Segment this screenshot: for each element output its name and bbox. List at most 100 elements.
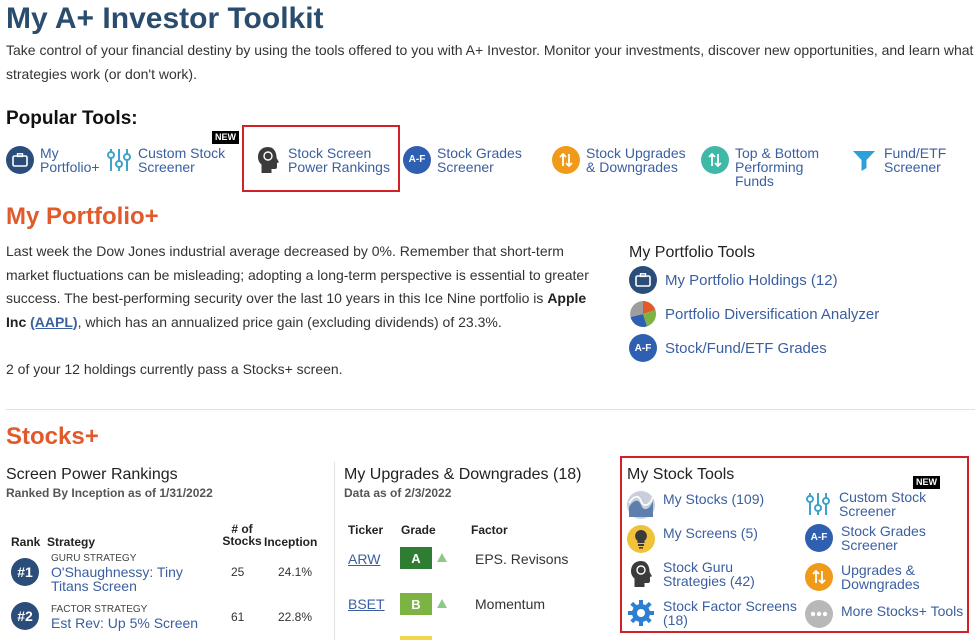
stock-tool-guru-strategies[interactable]: Stock Guru Strategies (42) <box>627 560 755 588</box>
popular-tool-label: Stock Screen Power Rankings <box>288 145 390 175</box>
col-inception-header: Inception <box>264 535 318 549</box>
pie-chart-icon <box>629 300 657 328</box>
inception-value: 24.1% <box>278 565 313 579</box>
grade-badge: B <box>400 593 432 615</box>
holdings-pass-text: 2 of your 12 holdings currently pass a S… <box>6 360 343 377</box>
popular-tool-power-rankings[interactable]: Stock Screen Power Rankings <box>254 146 390 174</box>
stock-tool-label: Stock Factor Screens (18) <box>663 598 797 628</box>
stocks-section-title: Stocks+ <box>6 423 99 450</box>
stock-tool-custom-screener[interactable]: Custom Stock Screener <box>805 490 926 518</box>
portfolio-tool-holdings[interactable]: My Portfolio Holdings (12) <box>629 266 838 294</box>
filter-icon <box>850 146 878 174</box>
upgrade-arrow-icon <box>437 599 447 608</box>
briefcase-icon <box>6 146 34 174</box>
stock-tool-label: More Stocks+ Tools <box>841 603 964 619</box>
portfolio-tool-label: Portfolio Diversification Analyzer <box>665 305 880 323</box>
factor-value: EPS. Revisons <box>475 551 569 567</box>
power-rankings-subheading: Ranked By Inception as of 1/31/2022 <box>6 486 213 500</box>
sliders-icon <box>805 490 831 518</box>
stock-tool-factor-screens[interactable]: Stock Factor Screens (18) <box>627 599 797 627</box>
stock-tools-heading: My Stock Tools <box>627 466 735 483</box>
lightbulb-icon <box>627 525 655 553</box>
popular-tool-label: Fund/ETF Screener <box>884 145 947 175</box>
page-intro: Take control of your financial destiny b… <box>6 42 974 82</box>
af-grade-icon: A-F <box>403 146 431 174</box>
popular-tools-heading: Popular Tools: <box>6 108 138 129</box>
more-dots-icon <box>805 600 833 628</box>
stock-tool-label: My Stocks (109) <box>663 491 765 507</box>
portfolio-summary: Last week the Dow Jones industrial avera… <box>6 240 606 381</box>
head-icon <box>627 560 655 588</box>
stock-tool-label: Stock Guru Strategies (42) <box>663 559 755 589</box>
portfolio-tool-grades[interactable]: A-F Stock/Fund/ETF Grades <box>629 334 827 362</box>
col-ticker-header: Ticker <box>348 523 384 537</box>
ticker-link[interactable]: ARW <box>348 551 380 567</box>
stock-tool-my-stocks[interactable]: My Stocks (109) <box>627 491 764 519</box>
upgrades-subheading: Data as of 2/3/2022 <box>344 486 452 500</box>
popular-tool-label: Stock Upgrades & Downgrades <box>586 145 686 175</box>
stock-tool-grades-screener[interactable]: A-F Stock Grades Screener <box>805 524 926 552</box>
up-down-arrows-icon <box>552 146 580 174</box>
strategy-name-link[interactable]: Est Rev: Up 5% Screen <box>51 616 221 630</box>
new-badge: NEW <box>913 476 940 489</box>
col-strategy-header: Strategy <box>47 535 96 549</box>
briefcase-icon <box>629 266 657 294</box>
upgrades-heading: My Upgrades & Downgrades (18) <box>344 466 582 483</box>
popular-tool-label: My Portfolio+ <box>40 145 100 175</box>
stock-tool-label: My Screens (5) <box>663 525 758 541</box>
stock-tool-more-tools[interactable]: More Stocks+ Tools <box>805 600 963 628</box>
rank-badge: #1 <box>11 558 39 586</box>
stock-tool-upgrades-downgrades[interactable]: Upgrades & Downgrades <box>805 563 920 591</box>
sliders-icon <box>106 146 132 174</box>
stock-tool-label: Upgrades & Downgrades <box>841 562 920 592</box>
factor-value: Momentum <box>475 596 546 612</box>
af-grade-icon: A-F <box>629 334 657 362</box>
grade-badge: A <box>400 547 432 569</box>
col-num-stocks-header: # of Stocks <box>222 522 262 548</box>
gear-icon <box>627 599 655 627</box>
rank-badge: #2 <box>11 602 39 630</box>
power-rankings-heading: Screen Power Rankings <box>6 466 178 483</box>
popular-tool-stock-grades-screener[interactable]: A-F Stock Grades Screener <box>403 146 522 174</box>
portfolio-summary-text: Last week the Dow Jones industrial avera… <box>6 243 589 306</box>
popular-tool-label: Stock Grades Screener <box>437 145 522 175</box>
popular-tool-upgrades-downgrades[interactable]: Stock Upgrades & Downgrades <box>552 146 686 174</box>
portfolio-tool-diversification[interactable]: Portfolio Diversification Analyzer <box>629 300 879 328</box>
page-title: My A+ Investor Toolkit <box>6 2 324 35</box>
stock-tool-label: Custom Stock Screener <box>839 489 927 519</box>
upgrade-arrow-icon <box>437 553 447 562</box>
new-badge: NEW <box>212 131 239 144</box>
af-grade-icon: A-F <box>805 524 833 552</box>
strategy-type: FACTOR STRATEGY <box>51 604 148 615</box>
head-icon <box>254 146 282 174</box>
up-down-arrows-icon <box>805 563 833 591</box>
strategy-type: GURU STRATEGY <box>51 553 137 564</box>
column-divider <box>334 462 335 640</box>
portfolio-tool-label: Stock/Fund/ETF Grades <box>665 339 827 357</box>
popular-tool-label: Top & Bottom Performing Funds <box>735 145 820 189</box>
best-security-ticker-link[interactable]: (AAPL) <box>30 314 77 330</box>
popular-tool-label: Custom Stock Screener <box>138 145 226 175</box>
portfolio-section-title: My Portfolio+ <box>6 203 159 230</box>
stock-tool-label: Stock Grades Screener <box>841 523 926 553</box>
portfolio-summary-text-end: , which has an annualized price gain (ex… <box>77 313 502 330</box>
strategy-name-link[interactable]: O'Shaughnessy: Tiny Titans Screen <box>51 565 211 593</box>
num-stocks-value: 25 <box>231 565 245 579</box>
popular-tool-custom-stock-screener[interactable]: Custom Stock Screener <box>106 146 225 174</box>
section-divider <box>6 409 975 410</box>
inception-value: 22.8% <box>278 610 313 624</box>
col-grade-header: Grade <box>401 523 436 537</box>
popular-tool-fund-etf-screener[interactable]: Fund/ETF Screener <box>850 146 946 174</box>
portfolio-tools-heading: My Portfolio Tools <box>629 244 755 261</box>
stocks-wave-icon <box>627 491 655 519</box>
stock-tool-my-screens[interactable]: My Screens (5) <box>627 525 758 553</box>
num-stocks-value: 61 <box>231 610 245 624</box>
portfolio-tool-label: My Portfolio Holdings (12) <box>665 271 838 289</box>
ticker-link[interactable]: BSET <box>348 596 385 612</box>
col-rank-header: Rank <box>11 535 41 549</box>
col-factor-header: Factor <box>471 523 508 537</box>
popular-tool-my-portfolio[interactable]: My Portfolio+ <box>6 146 100 174</box>
grade-badge-partial <box>400 636 432 640</box>
popular-tool-top-bottom-funds[interactable]: Top & Bottom Performing Funds <box>701 146 819 188</box>
arrows-cycle-icon <box>701 146 729 174</box>
